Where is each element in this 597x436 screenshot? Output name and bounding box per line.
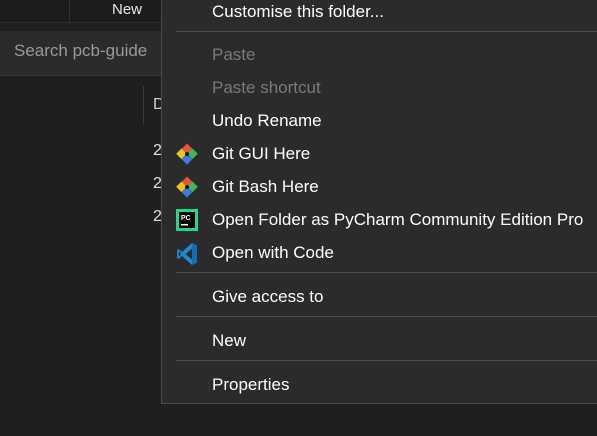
svg-text:PC: PC [181,215,191,222]
menu-item-customise-folder[interactable]: Customise this folder... [162,0,597,28]
search-box[interactable] [0,31,162,76]
menu-separator [176,31,597,32]
menu-separator [176,316,597,317]
file-list [0,76,162,436]
menu-item-undo-rename[interactable]: Undo Rename [162,104,597,137]
menu-item-label: Git Bash Here [212,177,319,196]
pycharm-icon: PC [176,209,198,231]
toolbar-divider [69,0,70,22]
vscode-icon [176,242,198,265]
new-button[interactable]: New [112,1,142,18]
menu-item-new[interactable]: New [162,324,597,357]
menu-item-label: Paste shortcut [212,78,321,97]
menu-item-give-access[interactable]: Give access to [162,280,597,313]
menu-item-label: Customise this folder... [212,2,384,21]
menu-separator [176,272,597,273]
menu-item-label: New [212,331,247,350]
menu-item-paste[interactable]: Paste [162,38,597,71]
menu-item-label: Give access to [212,287,324,306]
explorer-toolbar: New [0,0,162,23]
menu-item-git-gui[interactable]: Git GUI Here [162,137,597,170]
git-bash-icon [176,176,198,198]
menu-item-label: Open with Code [212,243,334,262]
menu-item-label: Properties [212,375,290,394]
menu-item-properties[interactable]: Properties [162,368,597,401]
desktop: New D 2 2 2 Customise this folder... Pas… [0,0,597,436]
menu-item-label: Paste [212,45,256,64]
menu-item-paste-shortcut[interactable]: Paste shortcut [162,71,597,104]
menu-item-open-with-code[interactable]: Open with Code [162,236,597,269]
menu-separator [176,360,597,361]
menu-item-open-pycharm[interactable]: PC Open Folder as PyCharm Community Edit… [162,203,597,236]
menu-item-label: Open Folder as PyCharm Community Edition… [212,210,584,229]
search-input[interactable] [14,41,160,61]
context-menu: Customise this folder... Paste Paste sho… [161,0,597,404]
menu-item-label: Git GUI Here [212,144,311,163]
menu-item-label: Undo Rename [212,111,322,130]
column-divider[interactable] [143,86,144,124]
menu-item-git-bash[interactable]: Git Bash Here [162,170,597,203]
git-gui-icon [176,143,198,165]
